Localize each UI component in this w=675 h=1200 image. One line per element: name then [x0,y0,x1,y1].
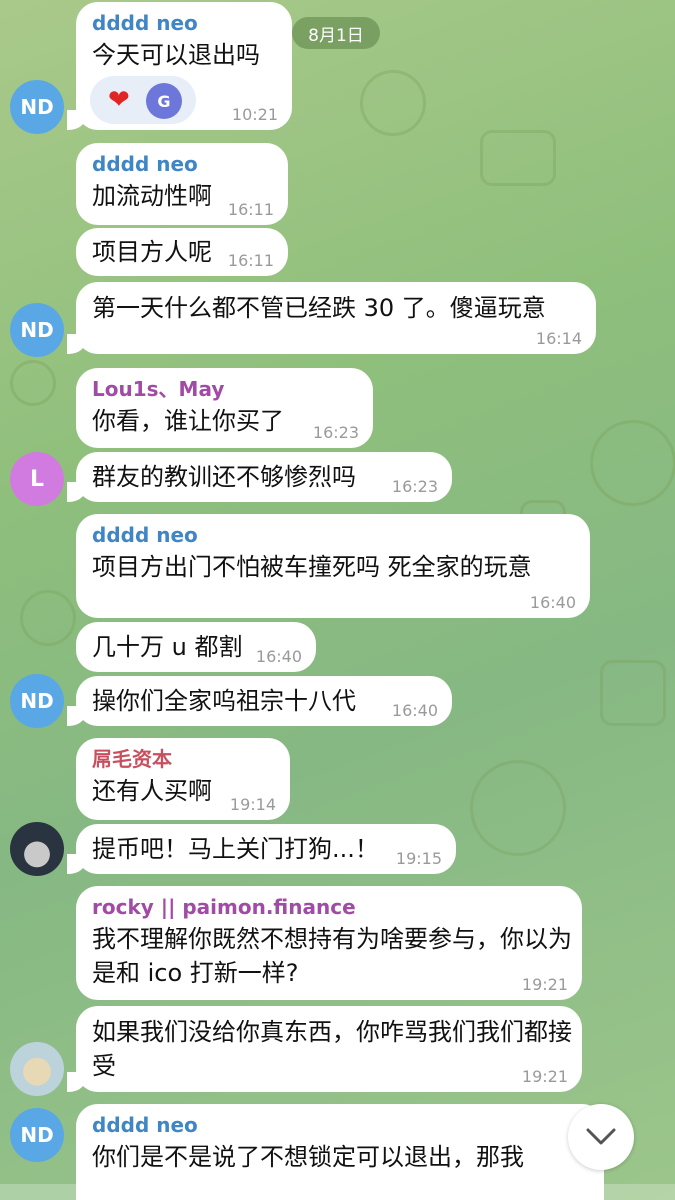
reactions-bar[interactable]: ❤ G [90,76,196,124]
message-bubble[interactable]: 屌毛资本 还有人买啊 19:14 [76,738,290,820]
avatar[interactable]: L [10,452,64,506]
message-bubble[interactable]: 第一天什么都不管已经跌 30 了。傻逼玩意 16:14 [67,282,596,354]
message-bubble[interactable]: 提币吧！马上关门打狗...！ 19:15 [67,824,456,874]
sender-name[interactable]: dddd neo [92,10,276,36]
message-time: 16:40 [391,701,438,720]
chevron-down-icon [586,1128,616,1145]
message-text: 你们是不是说了不想锁定可以退出，那我 [92,1143,524,1171]
message-time: 19:14 [229,795,276,814]
avatar[interactable] [10,822,64,876]
avatar[interactable]: ND [10,674,64,728]
message-time: 16:14 [535,329,582,348]
message-bubble[interactable]: Lou1s、May 你看，谁让你买了 16:23 [76,368,373,448]
reaction-user-avatar: G [146,83,182,119]
message-text: 提币吧！马上关门打狗...！ [92,835,379,863]
message-time: 19:15 [395,849,442,868]
message-time: 10:21 [231,105,278,124]
message-time: 16:40 [255,647,302,666]
avatar[interactable]: ND [10,80,64,134]
message-bubble[interactable]: 操你们全家呜祖宗十八代 16:40 [67,676,452,726]
message-text: 群友的教训还不够惨烈吗 [92,463,356,491]
message-bubble[interactable]: 几十万 u 都割 16:40 [76,622,316,672]
message-time: 16:11 [227,251,274,270]
message-time: 16:23 [312,423,359,442]
sender-name[interactable]: dddd neo [92,1112,588,1138]
message-text: 我不理解你既然不想持有为啥要参与，你以为是和 ico 打新一样? [92,925,572,987]
scroll-down-button[interactable] [568,1104,634,1170]
message-time: 19:21 [521,1067,568,1086]
message-time: 19:21 [521,975,568,994]
message-bubble[interactable]: rocky || paimon.finance 我不理解你既然不想持有为啥要参与… [76,886,582,1000]
sender-name[interactable]: Lou1s、May [92,376,357,402]
avatar[interactable] [10,1042,64,1096]
avatar[interactable]: ND [10,1108,64,1162]
message-text: 操你们全家呜祖宗十八代 [92,687,356,715]
message-text: 如果我们没给你真东西，你咋骂我们我们都接受 [92,1018,572,1080]
heart-reaction-icon[interactable]: ❤ [108,85,130,115]
sender-name[interactable]: dddd neo [92,151,272,177]
sender-name[interactable]: 屌毛资本 [92,746,274,772]
message-text: 今天可以退出吗 [92,41,260,69]
avatar[interactable]: ND [10,303,64,357]
message-bubble[interactable]: 群友的教训还不够惨烈吗 16:23 [67,452,452,502]
message-time: 16:23 [391,477,438,496]
message-bubble[interactable]: 项目方人呢 16:11 [76,228,288,276]
date-chip: 8月1日 [292,17,380,49]
sender-name[interactable]: rocky || paimon.finance [92,894,566,920]
message-time: 16:11 [227,200,274,219]
message-text: 第一天什么都不管已经跌 30 了。傻逼玩意 [92,294,546,322]
message-bubble[interactable]: dddd neo 加流动性啊 16:11 [76,143,288,225]
message-time: 16:40 [529,593,576,612]
sender-name[interactable]: dddd neo [92,522,574,548]
message-bubble[interactable]: 如果我们没给你真东西，你咋骂我们我们都接受 19:21 [67,1006,582,1092]
message-text: 项目方出门不怕被车撞死吗 死全家的玩意 [92,553,532,581]
message-bubble[interactable]: dddd neo 项目方出门不怕被车撞死吗 死全家的玩意 16:40 [76,514,590,618]
composer-bar [0,1184,675,1200]
